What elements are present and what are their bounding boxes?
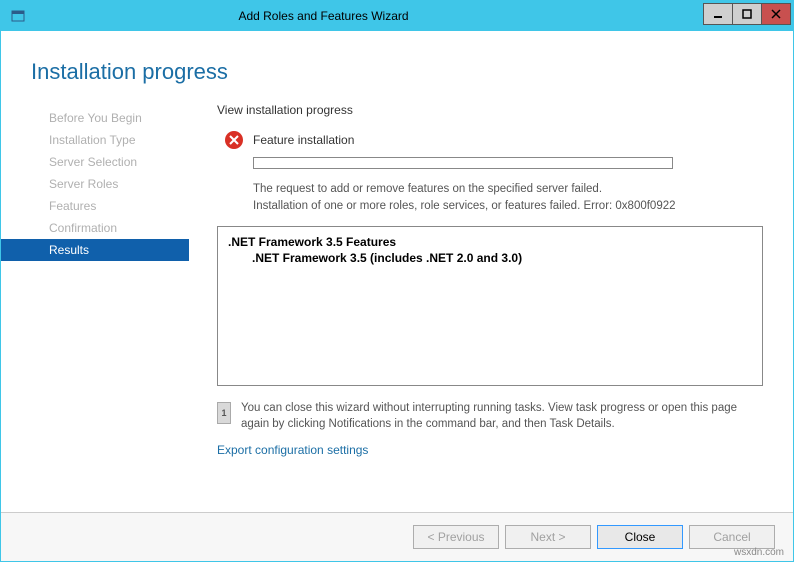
sidebar-item-confirmation: Confirmation [1,217,189,239]
error-line-1: The request to add or remove features on… [253,183,602,195]
wizard-footer: < Previous Next > Close Cancel [1,512,793,561]
sidebar-item-features: Features [1,195,189,217]
error-message: The request to add or remove features on… [253,181,763,216]
sidebar-item-results: Results [1,239,189,261]
minimize-button[interactable] [703,3,733,25]
feature-list-box: .NET Framework 3.5 Features .NET Framewo… [217,226,763,386]
info-text: You can close this wizard without interr… [241,400,763,433]
window-controls [704,3,791,25]
watermark: wsxdn.com [734,547,784,558]
progress-bar [253,157,673,169]
content-subheading: View installation progress [217,103,763,117]
sidebar-item-installation-type: Installation Type [1,129,189,151]
feature-parent: .NET Framework 3.5 Features [228,235,752,249]
feature-child: .NET Framework 3.5 (includes .NET 2.0 an… [228,251,752,265]
wizard-header: Installation progress [1,31,793,103]
error-line-2: Installation of one or more roles, role … [253,200,676,212]
sidebar-item-before-you-begin: Before You Begin [1,107,189,129]
previous-button: < Previous [413,525,499,549]
page-title: Installation progress [31,59,759,85]
sidebar-item-server-selection: Server Selection [1,151,189,173]
next-button: Next > [505,525,591,549]
export-configuration-link[interactable]: Export configuration settings [217,443,763,457]
titlebar: Add Roles and Features Wizard [1,1,793,31]
info-row: 1 You can close this wizard without inte… [217,400,763,433]
wizard-steps-sidebar: Before You Begin Installation Type Serve… [1,103,189,512]
close-window-button[interactable] [761,3,791,25]
close-button[interactable]: Close [597,525,683,549]
flag-icon: 1 [217,402,231,424]
cancel-button: Cancel [689,525,775,549]
status-row: Feature installation [217,131,763,149]
maximize-button[interactable] [732,3,762,25]
error-icon [225,131,243,149]
status-text: Feature installation [253,133,354,147]
sidebar-item-server-roles: Server Roles [1,173,189,195]
window-title: Add Roles and Features Wizard [0,9,704,23]
wizard-content: View installation progress Feature insta… [189,103,793,512]
